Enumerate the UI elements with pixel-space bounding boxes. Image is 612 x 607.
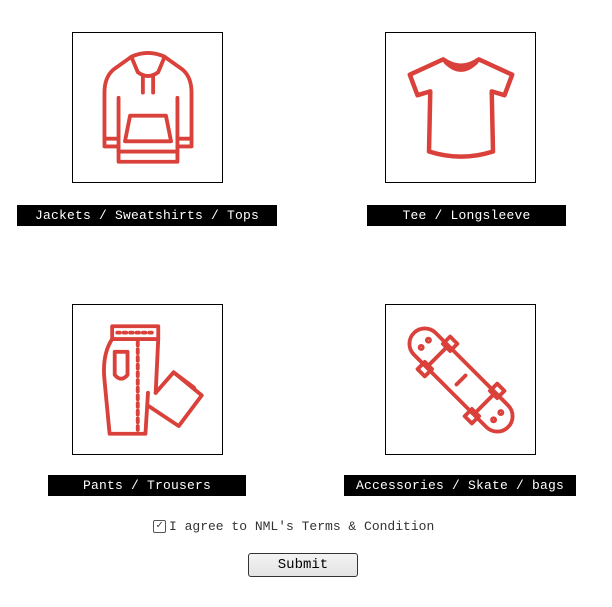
terms-label: I agree to NML's Terms & Condition [169, 518, 435, 534]
category-label-tee[interactable]: Tee / Longsleeve [367, 205, 566, 226]
category-tile-jackets[interactable] [72, 32, 223, 183]
category-label-pants[interactable]: Pants / Trousers [48, 475, 246, 496]
submit-button[interactable]: Submit [248, 553, 358, 577]
tshirt-icon [407, 56, 514, 159]
hoodie-icon [102, 50, 193, 164]
category-tile-accessories[interactable] [385, 304, 536, 455]
pants-icon [101, 323, 204, 436]
category-label-jackets[interactable]: Jackets / Sweatshirts / Tops [17, 205, 277, 226]
category-tile-pants[interactable] [72, 304, 223, 455]
skateboard-icon [407, 326, 514, 433]
category-label-accessories[interactable]: Accessories / Skate / bags [344, 475, 576, 496]
category-tile-tee[interactable] [385, 32, 536, 183]
terms-checkbox[interactable]: ✓ [153, 519, 166, 533]
terms-agreement: ✓ I agree to NML's Terms & Condition [153, 517, 434, 535]
